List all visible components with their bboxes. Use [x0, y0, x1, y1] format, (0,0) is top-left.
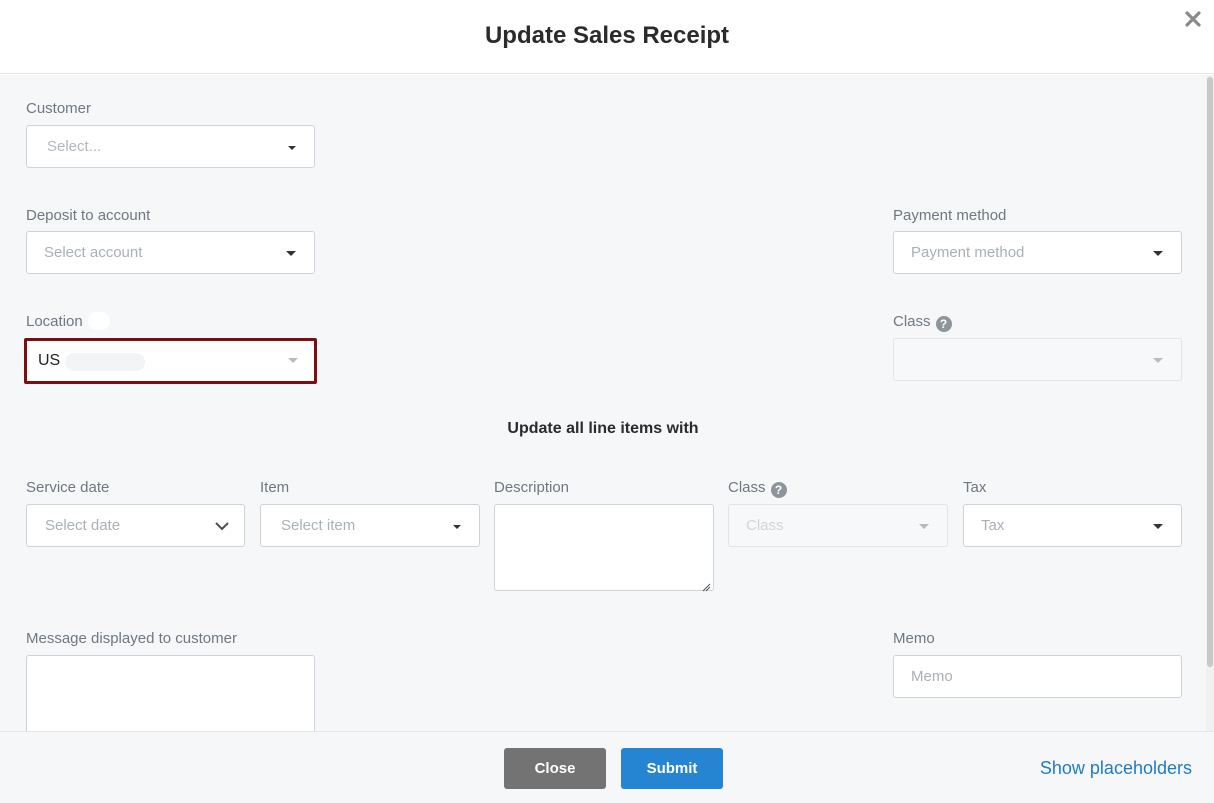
tax-select[interactable]: Tax	[963, 504, 1182, 547]
update-sales-receipt-modal: Update Sales Receipt Customer Select... …	[0, 0, 1214, 803]
message-textarea[interactable]	[26, 655, 315, 731]
caret-down-icon	[453, 525, 461, 529]
memo-placeholder: Memo	[911, 668, 953, 685]
close-button[interactable]: Close	[504, 748, 606, 789]
line-class-label-text: Class	[728, 479, 766, 496]
service-date-picker[interactable]: Select date	[26, 504, 245, 547]
service-date-label: Service date	[26, 479, 110, 496]
line-class-label: Class?	[728, 479, 787, 498]
caret-down-icon	[286, 251, 296, 256]
question-circle-icon[interactable]: ?	[935, 316, 952, 332]
payment-method-select[interactable]: Payment method	[893, 231, 1182, 274]
line-class-select[interactable]: Class	[728, 504, 948, 547]
caret-down-icon	[288, 358, 298, 363]
close-icon[interactable]	[1182, 8, 1204, 30]
scrollbar-thumb[interactable]	[1207, 77, 1213, 667]
deposit-account-label: Deposit to account	[26, 207, 151, 224]
customer-label: Customer	[26, 100, 92, 117]
chevron-down-icon	[214, 518, 230, 538]
class-label-text: Class	[893, 313, 931, 330]
caret-down-icon	[1153, 524, 1163, 529]
customer-select[interactable]: Select...	[26, 125, 315, 168]
caret-down-icon	[1153, 251, 1163, 256]
location-select[interactable]: US	[24, 338, 317, 384]
question-circle-icon[interactable]: ?	[770, 482, 787, 498]
show-placeholders-link[interactable]: Show placeholders	[1040, 758, 1192, 779]
deposit-account-select[interactable]: Select account	[26, 231, 315, 274]
description-textarea[interactable]	[494, 504, 714, 592]
message-label: Message displayed to customer	[26, 630, 237, 647]
location-value: US	[38, 352, 61, 369]
scrollbar[interactable]	[1206, 75, 1214, 731]
location-label: Location	[26, 313, 83, 330]
payment-method-placeholder: Payment method	[911, 244, 1025, 261]
line-items-heading: Update all line items with	[507, 420, 699, 437]
description-label: Description	[494, 479, 570, 496]
redacted-mark	[88, 312, 110, 330]
memo-label: Memo	[893, 630, 935, 647]
caret-down-icon	[1153, 358, 1163, 363]
class-label: Class?	[893, 313, 952, 332]
class-select[interactable]	[893, 338, 1182, 381]
caret-down-icon	[288, 146, 296, 150]
resize-handle-icon[interactable]	[702, 579, 711, 592]
modal-header: Update Sales Receipt	[0, 0, 1214, 74]
line-class-placeholder: Class	[746, 517, 784, 534]
modal-footer: Close Submit Show placeholders	[0, 731, 1214, 803]
modal-body: Customer Select... Deposit to account Se…	[0, 75, 1214, 731]
customer-placeholder: Select...	[47, 138, 102, 155]
tax-label: Tax	[963, 479, 987, 496]
item-placeholder: Select item	[281, 517, 356, 534]
caret-down-icon	[919, 524, 929, 529]
modal-title: Update Sales Receipt	[484, 22, 730, 49]
item-label: Item	[260, 479, 290, 496]
item-select[interactable]: Select item	[260, 504, 480, 547]
submit-button[interactable]: Submit	[621, 748, 723, 789]
tax-placeholder: Tax	[981, 517, 1005, 534]
service-date-placeholder: Select date	[45, 517, 121, 534]
redacted-mark	[65, 353, 145, 371]
memo-input[interactable]: Memo	[893, 655, 1182, 698]
payment-method-label: Payment method	[893, 207, 1007, 224]
deposit-account-placeholder: Select account	[44, 244, 143, 261]
